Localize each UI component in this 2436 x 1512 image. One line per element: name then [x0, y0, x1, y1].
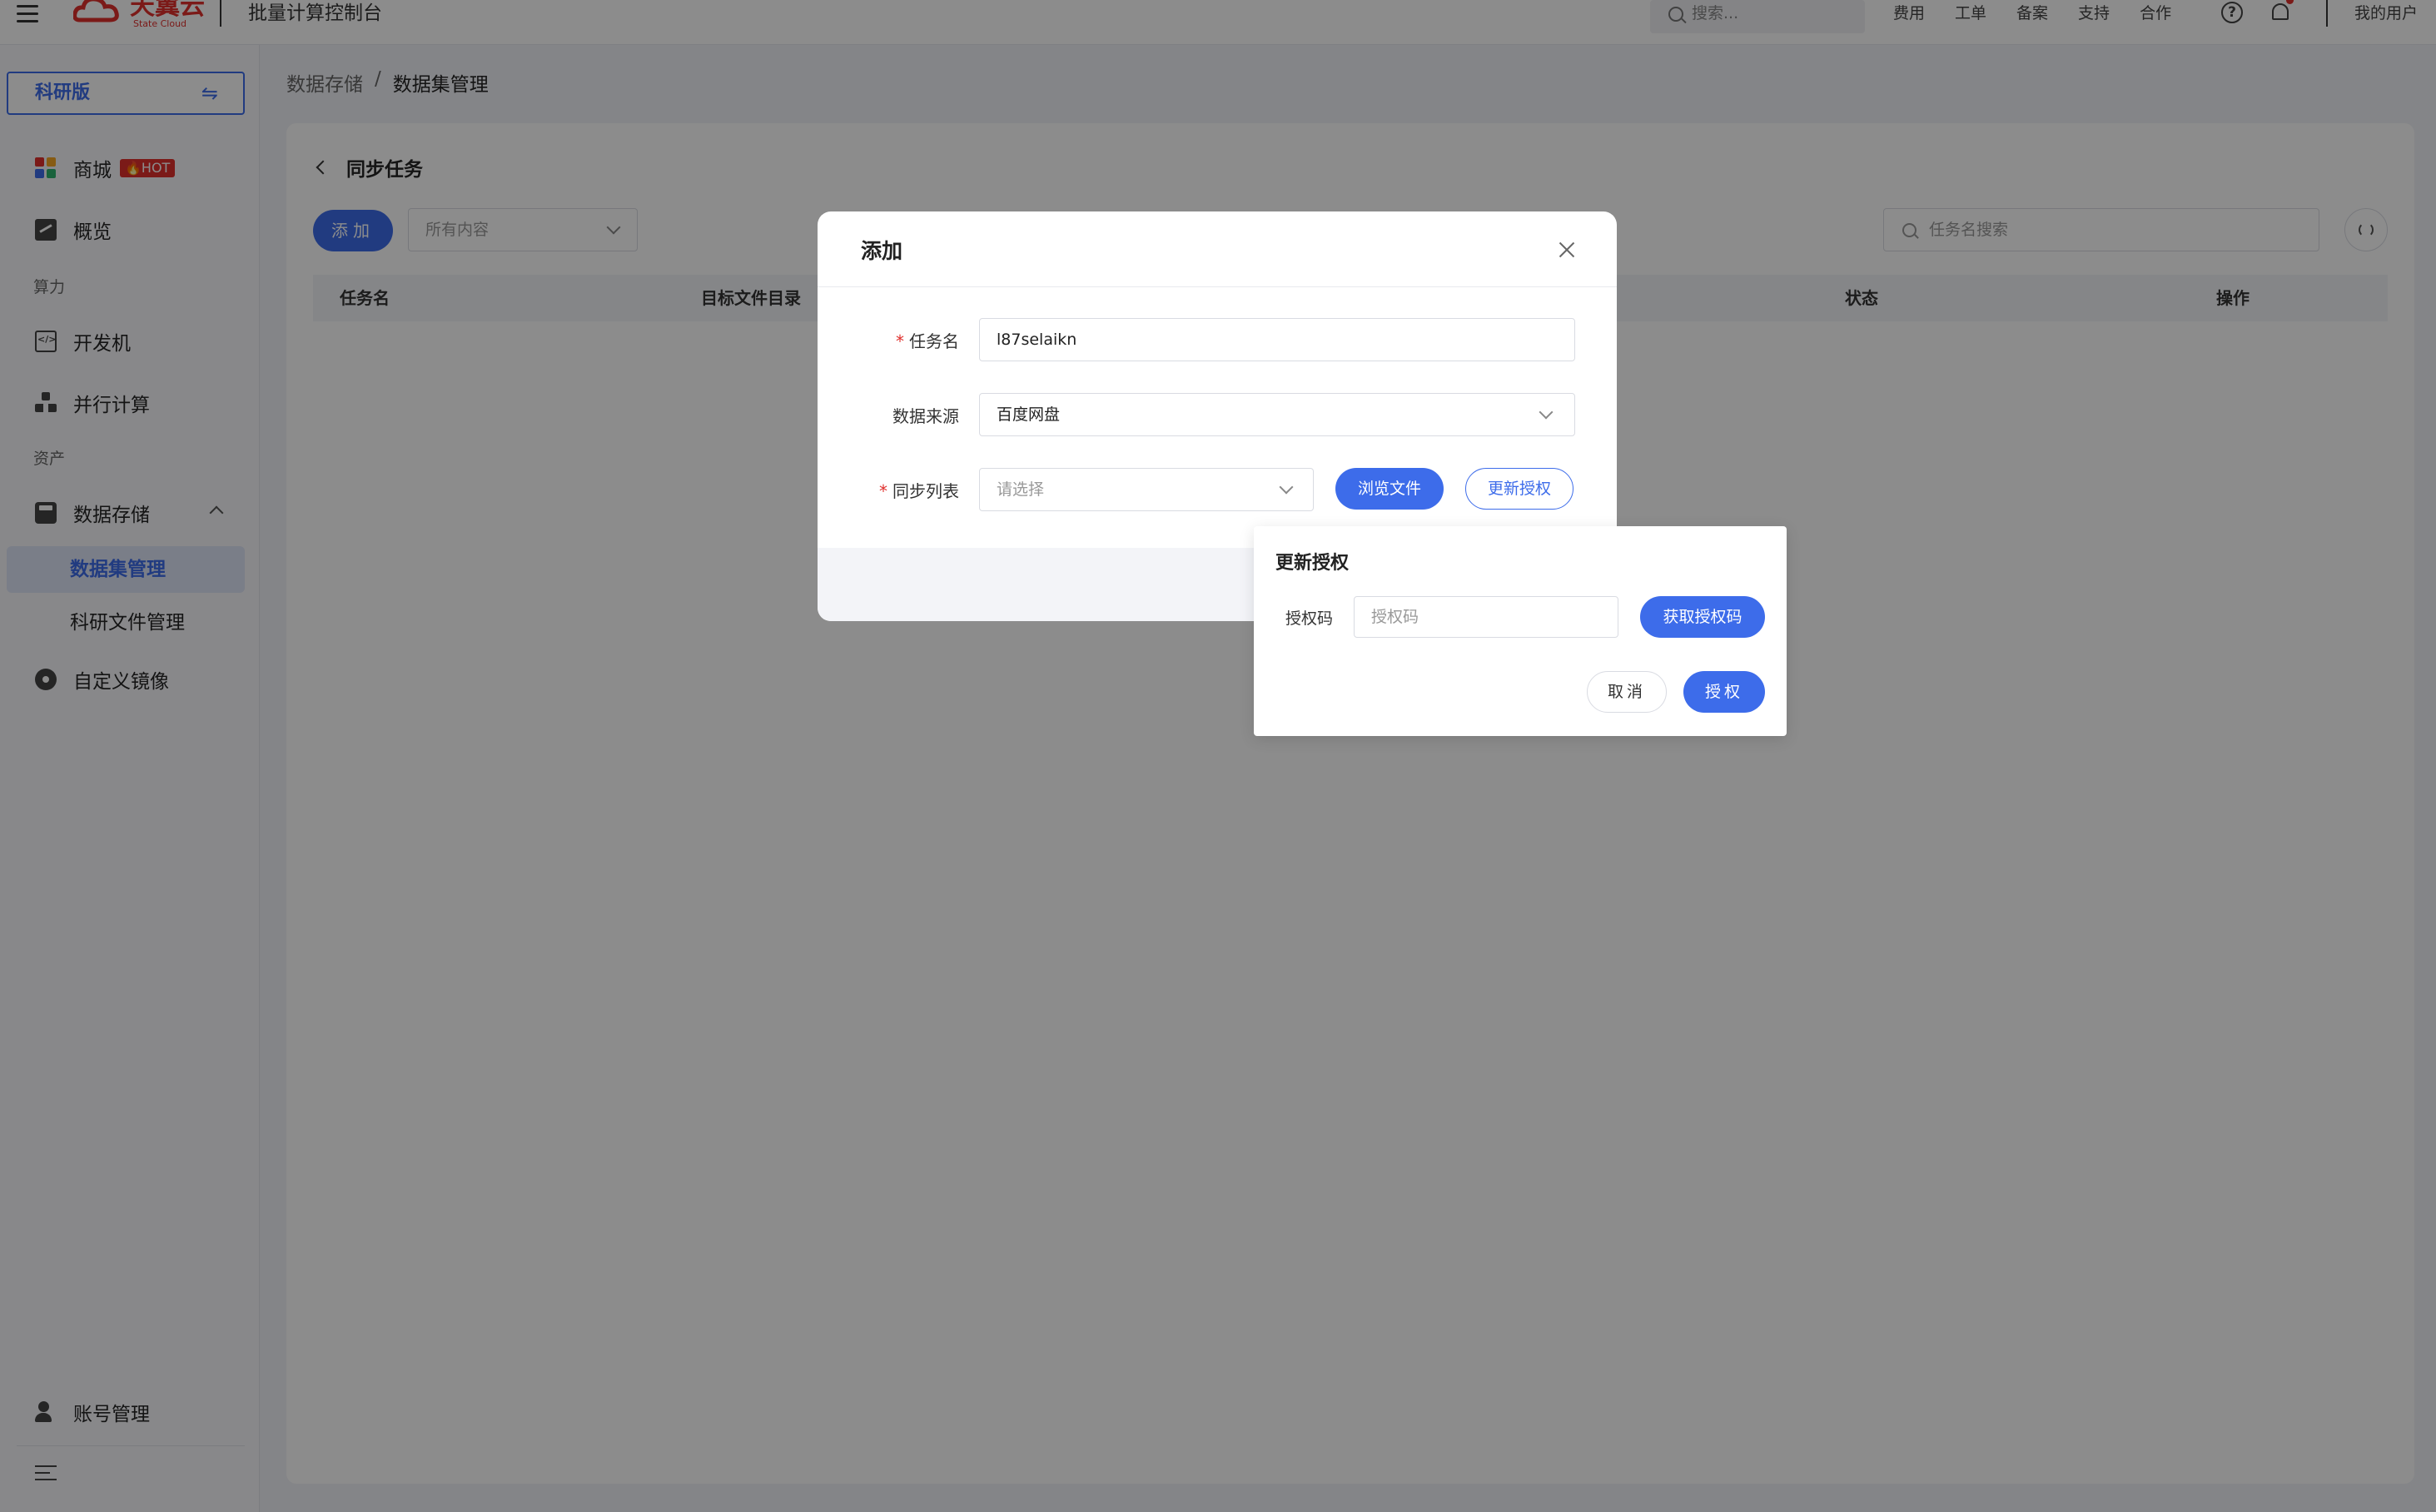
sync-list-label: * 同步列表	[818, 478, 959, 502]
sync-list-select[interactable]: 请选择	[979, 468, 1314, 511]
update-auth-popover: 更新授权 授权码 授权码 获取授权码 取消 授权	[1254, 526, 1787, 736]
popover-title: 更新授权	[1275, 553, 1350, 574]
update-auth-button[interactable]: 更新授权	[1465, 468, 1573, 510]
task-name-input[interactable]: l87selaikn	[979, 318, 1575, 361]
authorize-button[interactable]: 授权	[1683, 671, 1765, 713]
auth-code-input[interactable]: 授权码	[1354, 596, 1618, 638]
source-select[interactable]: 百度网盘	[979, 393, 1575, 436]
required-mark: *	[896, 331, 904, 351]
task-name-label: * 任务名	[818, 328, 959, 352]
sync-list-placeholder: 请选择	[997, 480, 1045, 499]
sync-list-label-text: 同步列表	[892, 481, 959, 501]
chevron-down-icon	[1279, 480, 1294, 495]
modal-title: 添加	[861, 239, 903, 263]
task-name-label-text: 任务名	[909, 331, 959, 351]
chevron-down-icon	[1539, 405, 1554, 420]
modal-divider	[818, 286, 1617, 287]
auth-code-label: 授权码	[1285, 609, 1334, 628]
required-mark: *	[879, 481, 887, 501]
browse-files-button[interactable]: 浏览文件	[1335, 468, 1444, 510]
source-value: 百度网盘	[997, 405, 1061, 424]
get-auth-code-button[interactable]: 获取授权码	[1640, 596, 1765, 638]
close-icon[interactable]	[1557, 240, 1577, 260]
cancel-button[interactable]: 取消	[1587, 671, 1667, 713]
source-label: 数据来源	[892, 406, 959, 426]
